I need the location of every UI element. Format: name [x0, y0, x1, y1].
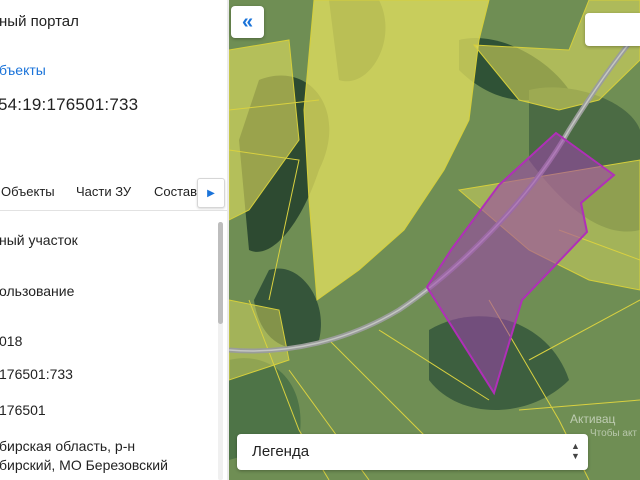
triangle-right-icon: ▶	[207, 187, 215, 199]
tabs-bar: Объекты Части ЗУ Состав ▶	[0, 178, 227, 210]
double-chevron-left-icon: «	[241, 10, 254, 33]
legend-label: Легенда	[252, 443, 310, 460]
tab-scroll-right-button[interactable]: ▶	[197, 178, 225, 208]
land-usage-value: ользование	[0, 283, 75, 299]
cadastral-number-title: 54:19:176501:733	[0, 95, 139, 114]
activation-watermark: Активац	[570, 412, 616, 426]
address-line-2: бирский, МО Березовский	[0, 457, 168, 473]
satellite-map[interactable]	[229, 0, 640, 480]
tabs-divider	[0, 210, 227, 211]
tab-objects[interactable]: Объекты	[1, 184, 55, 199]
activation-watermark-sub: Чтобы акт	[590, 428, 638, 439]
registration-date-value: 018	[0, 333, 23, 349]
objects-link[interactable]: бъекты	[0, 62, 46, 78]
tab-composition[interactable]: Состав	[154, 184, 197, 199]
land-type-value: ный участок	[0, 232, 78, 248]
map-canvas	[229, 0, 640, 480]
legend-select[interactable]: Легенда ▲ ▼	[237, 434, 588, 470]
portal-title: ный портал	[0, 13, 79, 30]
cadastral-number-value: 176501:733	[0, 366, 73, 382]
info-panel: ный портал бъекты 54:19:176501:733 Объек…	[0, 0, 227, 480]
panel-scrollbar-thumb[interactable]	[218, 222, 223, 324]
collapse-panel-button[interactable]: «	[231, 6, 264, 38]
address-line-1: бирская область, р-н	[0, 438, 136, 454]
tab-parts[interactable]: Части ЗУ	[76, 184, 131, 199]
up-down-arrows-icon: ▲ ▼	[571, 441, 580, 461]
cadastral-quarter-value: 176501	[0, 402, 46, 418]
map-search-box[interactable]	[585, 13, 640, 46]
